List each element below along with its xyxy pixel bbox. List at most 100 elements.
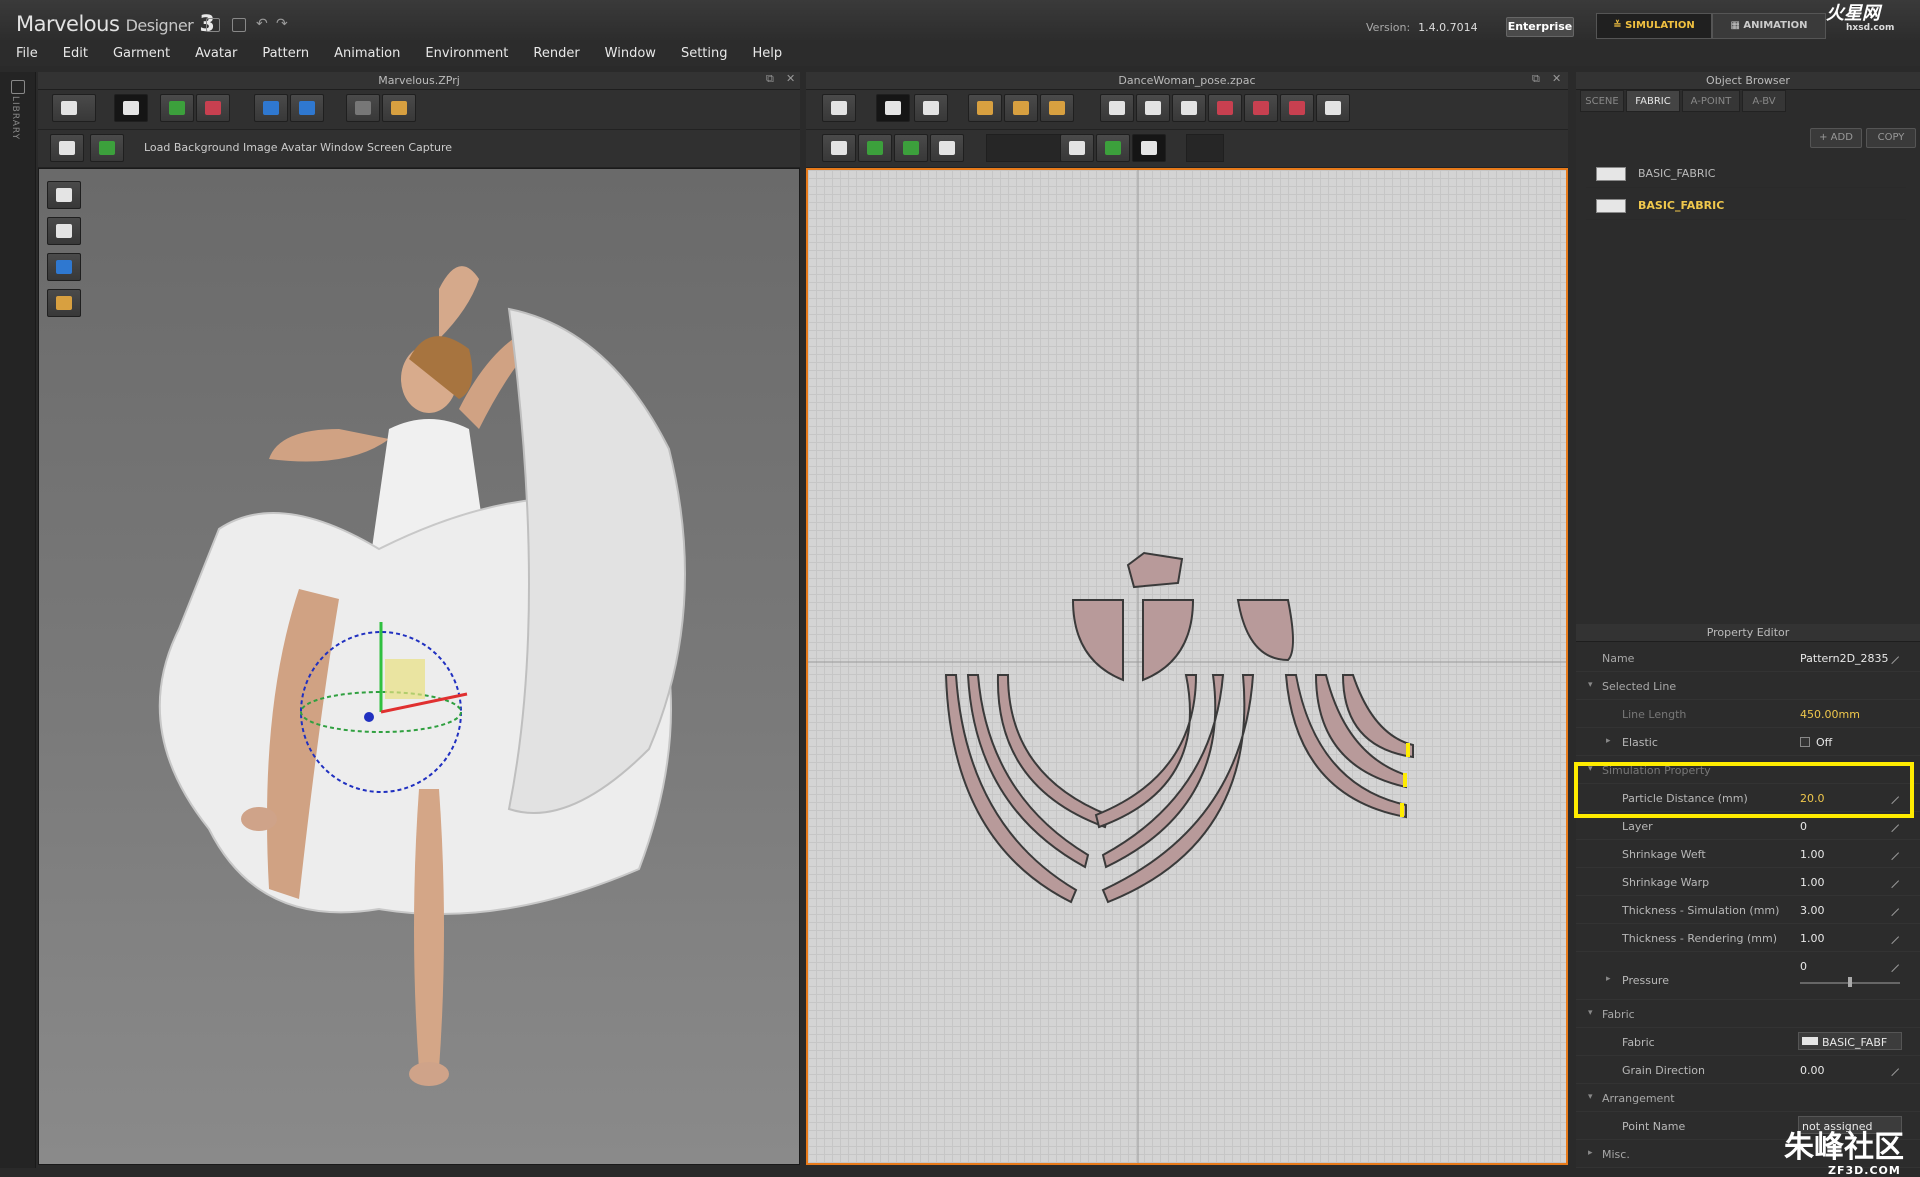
menu-pattern[interactable]: Pattern (262, 42, 309, 66)
fold-tool-button[interactable] (254, 94, 288, 122)
prop-thickness-sim-value[interactable]: 3.00 (1800, 904, 1825, 917)
logo-word: Marvelous (16, 12, 120, 36)
import-dropdown-button[interactable] (52, 94, 96, 122)
edit-icon[interactable] (1884, 845, 1900, 861)
menu-render[interactable]: Render (533, 42, 579, 66)
select-move-button[interactable] (114, 94, 148, 122)
edit-icon[interactable] (1884, 1061, 1900, 1077)
circle-tool-button[interactable] (1172, 94, 1206, 122)
edit-icon[interactable] (1884, 901, 1900, 917)
close-3d-icon[interactable]: ✕ (786, 72, 795, 85)
blank-field-2[interactable] (1186, 134, 1224, 162)
tab-a-point[interactable]: A-POINT (1682, 90, 1740, 112)
edit-icon[interactable] (1884, 929, 1900, 945)
curvature-button[interactable] (1040, 94, 1074, 122)
sewing-tool-2-button[interactable] (930, 134, 964, 162)
refresh-icon[interactable] (822, 94, 856, 122)
prop-shrinkage-warp-value[interactable]: 1.00 (1800, 876, 1825, 889)
rectangle-tool-button[interactable] (1136, 94, 1170, 122)
edit-curve-button[interactable] (968, 94, 1002, 122)
menu-window[interactable]: Window (605, 42, 656, 66)
animation-mode-button[interactable]: ▦ ANIMATION (1712, 13, 1826, 39)
fabric-list-item[interactable]: BASIC_FABRIC (1586, 160, 1906, 188)
pattern-pieces[interactable] (944, 551, 1414, 904)
prop-shrinkage-weft-value[interactable]: 1.00 (1800, 848, 1825, 861)
pose-tool-button[interactable] (346, 94, 380, 122)
internal-polygon-button[interactable] (1208, 94, 1242, 122)
menu-edit[interactable]: Edit (63, 42, 88, 66)
prop-layer-value[interactable]: 0 (1800, 820, 1807, 833)
snap-button[interactable] (1132, 134, 1166, 162)
edit-icon[interactable] (1884, 873, 1900, 889)
fold-tool-2-button[interactable] (290, 94, 324, 122)
avatar-scene (158, 266, 686, 1086)
shirt-icon[interactable] (47, 181, 81, 209)
fabric-list-item-selected[interactable]: BASIC_FABRIC (1586, 192, 1906, 220)
prop-grain-value[interactable]: 0.00 (1800, 1064, 1825, 1077)
elastic-checkbox[interactable] (1800, 737, 1810, 747)
garment-tool-button[interactable] (160, 94, 194, 122)
simulation-mode-button[interactable]: ≚ SIMULATION (1596, 13, 1712, 39)
menu-file[interactable]: File (16, 42, 38, 66)
prop-thickness-render-value[interactable]: 1.00 (1800, 932, 1825, 945)
library-icon[interactable] (11, 80, 25, 94)
polygon-tool-button[interactable] (1100, 94, 1134, 122)
skin-icon[interactable] (47, 289, 81, 317)
film-icon: ▦ (1730, 20, 1744, 31)
tab-fabric[interactable]: FABRIC (1626, 90, 1680, 112)
fabric-list-item-label: BASIC_FABRIC (1638, 199, 1725, 212)
edit-icon[interactable] (1884, 957, 1900, 973)
edit-icon[interactable] (1884, 817, 1900, 833)
group-selected-line[interactable]: ▾ Selected Line (1576, 672, 1920, 700)
menu-garment[interactable]: Garment (113, 42, 170, 66)
chevron-right-icon[interactable]: ▸ (1606, 736, 1611, 746)
blank-field[interactable] (986, 134, 1070, 162)
grid-2d-button[interactable] (1096, 134, 1130, 162)
pressure-slider-handle[interactable] (1848, 977, 1852, 987)
grid-toggle-button[interactable] (90, 134, 124, 162)
add-point-button[interactable] (1004, 94, 1038, 122)
menu-setting[interactable]: Setting (681, 42, 728, 66)
viewport-2d[interactable] (806, 168, 1568, 1165)
garment-tool-2-button[interactable] (196, 94, 230, 122)
tab-a-bv[interactable]: A-BV (1742, 90, 1786, 112)
menu-animation[interactable]: Animation (334, 42, 400, 66)
prop-pressure-row: ▸ Pressure 0 (1576, 952, 1920, 1000)
prop-pressure-value[interactable]: 0 (1800, 960, 1807, 973)
select-mesh-button[interactable] (50, 134, 84, 162)
detach-3d-icon[interactable]: ⧉ (766, 72, 774, 86)
add-button[interactable]: + ADD (1810, 128, 1862, 148)
detach-2d-icon[interactable]: ⧉ (1532, 72, 1540, 86)
group-arrangement[interactable]: ▾ Arrangement (1576, 1084, 1920, 1112)
chevron-right-icon[interactable]: ▸ (1606, 974, 1611, 984)
library-label[interactable]: LIBRARY (10, 96, 20, 140)
menu-avatar[interactable]: Avatar (195, 42, 237, 66)
edit-point-button[interactable] (914, 94, 948, 122)
viewport-3d[interactable] (38, 168, 800, 1165)
free-sewing-button[interactable] (858, 134, 892, 162)
menu-environment[interactable]: Environment (425, 42, 508, 66)
dart-tool-button[interactable] (1316, 94, 1350, 122)
menu-help[interactable]: Help (753, 42, 783, 66)
redo-icon[interactable]: ↷ (276, 16, 288, 32)
background-capture-label[interactable]: Load Background Image Avatar Window Scre… (144, 141, 452, 154)
tab-scene[interactable]: SCENE (1580, 90, 1624, 112)
close-2d-icon[interactable]: ✕ (1552, 72, 1561, 85)
transform-pattern-button[interactable] (876, 94, 910, 122)
open-folder-icon[interactable] (232, 18, 246, 32)
texture-icon[interactable] (47, 253, 81, 281)
sewing-tool-button[interactable] (894, 134, 928, 162)
internal-circle-button[interactable] (1280, 94, 1314, 122)
undo-icon[interactable]: ↶ (256, 16, 268, 32)
group-fabric[interactable]: ▾ Fabric (1576, 1000, 1920, 1028)
prop-name-row: Name Pattern2D_2835 (1576, 644, 1920, 672)
segment-sewing-button[interactable] (822, 134, 856, 162)
avatar-tool-button[interactable] (382, 94, 416, 122)
prop-line-length-value[interactable]: 450.00mm (1800, 708, 1860, 721)
internal-rect-button[interactable] (1244, 94, 1278, 122)
avatar-body-icon[interactable] (47, 217, 81, 245)
copy-button[interactable]: COPY (1866, 128, 1916, 148)
save-icon[interactable] (206, 18, 220, 32)
select-tool-button[interactable] (1060, 134, 1094, 162)
prop-name-value[interactable]: Pattern2D_2835 (1800, 652, 1889, 665)
